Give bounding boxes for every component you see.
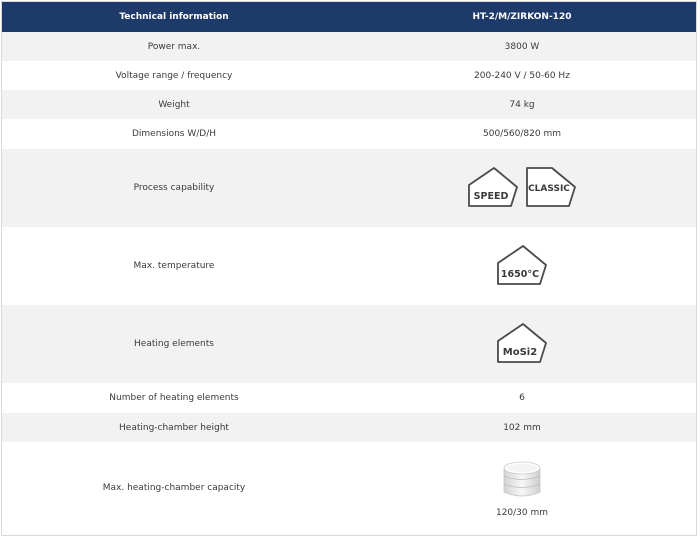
speed-badge-icon: SPEED (467, 166, 519, 208)
table-row: Number of heating elements 6 (2, 383, 696, 413)
crucible-stack-icon (346, 458, 696, 502)
row-label: Heating-chamber height (2, 413, 346, 442)
row-value: 3800 W (346, 32, 696, 61)
temperature-badge-icon: 1650°C (496, 244, 548, 286)
row-value: SPEED CLASSIC (346, 149, 696, 227)
row-label: Dimensions W/D/H (2, 119, 346, 149)
speed-badge-label: SPEED (474, 191, 509, 202)
row-label: Power max. (2, 32, 346, 61)
table-row: Heating elements MoSi2 (2, 305, 696, 383)
row-label: Max. temperature (2, 227, 346, 305)
row-value: 74 kg (346, 90, 696, 119)
technical-info-table: Technical information HT-2/M/ZIRKON-120 … (2, 2, 696, 534)
row-label: Voltage range / frequency (2, 61, 346, 90)
table-row: Max. temperature 1650°C (2, 227, 696, 305)
table-row: Voltage range / frequency 200-240 V / 50… (2, 61, 696, 90)
technical-info-table-frame: Technical information HT-2/M/ZIRKON-120 … (1, 1, 697, 536)
table-row: Max. heating-chamber capacity 120/30 mm (2, 442, 696, 534)
row-value: 200-240 V / 50-60 Hz (346, 61, 696, 90)
heating-element-badge-icon: MoSi2 (496, 322, 548, 364)
row-label: Number of heating elements (2, 383, 346, 413)
row-value-text: 120/30 mm (495, 508, 549, 518)
header-technical-information: Technical information (2, 2, 346, 32)
row-value: MoSi2 (346, 305, 696, 383)
row-value: 1650°C (346, 227, 696, 305)
table-row: Dimensions W/D/H 500/560/820 mm (2, 119, 696, 149)
row-label: Weight (2, 90, 346, 119)
row-value: 120/30 mm (346, 442, 696, 534)
temperature-badge-label: 1650°C (501, 269, 539, 280)
row-label: Max. heating-chamber capacity (2, 442, 346, 534)
row-label: Heating elements (2, 305, 346, 383)
table-row: Heating-chamber height 102 mm (2, 413, 696, 442)
header-model-name: HT-2/M/ZIRKON-120 (346, 2, 696, 32)
row-label: Process capability (2, 149, 346, 227)
process-capability-badges: SPEED CLASSIC (467, 166, 577, 208)
row-value: 102 mm (346, 413, 696, 442)
classic-badge-label: CLASSIC (528, 184, 570, 194)
table-row: Weight 74 kg (2, 90, 696, 119)
row-value: 500/560/820 mm (346, 119, 696, 149)
heating-element-badge-label: MoSi2 (503, 347, 537, 358)
table-header-row: Technical information HT-2/M/ZIRKON-120 (2, 2, 696, 32)
table-row: Process capability SPEED CLASSIC (2, 149, 696, 227)
classic-badge-icon: CLASSIC (525, 166, 577, 208)
table-row: Power max. 3800 W (2, 32, 696, 61)
row-value: 6 (346, 383, 696, 413)
